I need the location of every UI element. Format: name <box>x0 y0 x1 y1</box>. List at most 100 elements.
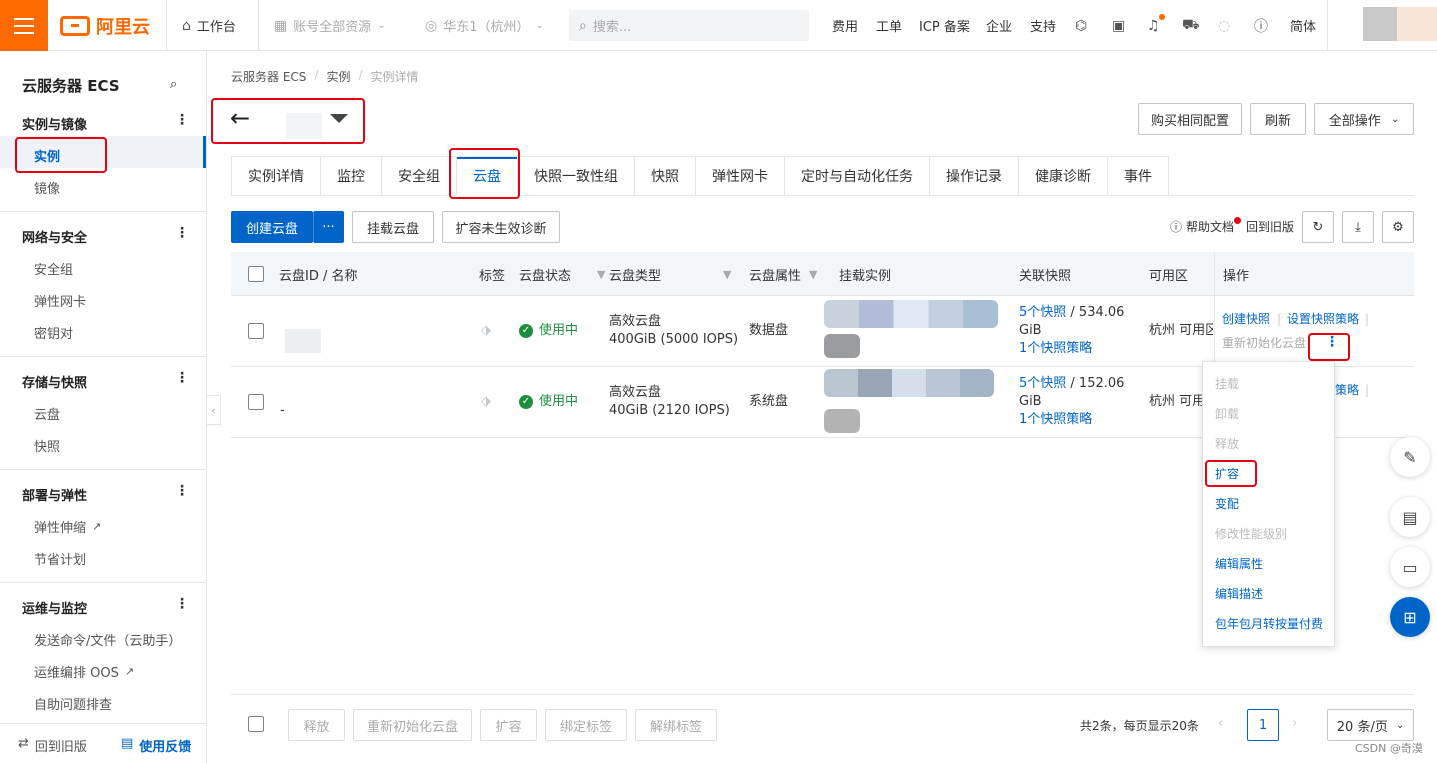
sidebar-item-troubleshoot[interactable]: 自助问题排查 <box>34 694 112 713</box>
disk-id[interactable]: - <box>280 402 285 420</box>
all-operations-button[interactable]: 全部操作 ⌄ <box>1314 103 1414 135</box>
terminal-icon[interactable]: ▣ <box>1112 0 1125 51</box>
nav-link-enterprise[interactable]: 企业 <box>986 0 1012 51</box>
snapshot-count-link[interactable]: 5个快照 <box>1019 305 1066 320</box>
sidebar-item-autoscaling[interactable]: 弹性伸缩 ↗ <box>34 517 101 536</box>
region-selector[interactable]: ◎ 华东1（杭州） ⌄ <box>425 0 544 51</box>
sidebar-search-icon[interactable]: ⌕ <box>170 77 177 92</box>
batch-release-button[interactable]: 释放 <box>288 709 345 741</box>
workbench-link[interactable]: ⌂ 工作台 <box>182 0 236 51</box>
reinit-disk-link[interactable]: 重新初始化云盘 <box>1222 334 1306 352</box>
menu-item-billing-convert[interactable]: 包年包月转按量付费 <box>1215 615 1323 632</box>
help-icon[interactable]: ⓘ <box>1254 0 1268 51</box>
tag-icon[interactable]: ⬗ <box>481 322 491 340</box>
download-icon[interactable]: ⤓ <box>1342 211 1374 243</box>
sidebar-group-deploy[interactable]: 部署与弹性 <box>22 485 87 504</box>
menu-item-detach[interactable]: 卸载 <box>1215 405 1239 422</box>
nav-link-cost[interactable]: 费用 <box>832 0 858 51</box>
settings-gear-icon[interactable]: ⚙ <box>1382 211 1414 243</box>
tab-instance-detail[interactable]: 实例详情 <box>231 156 320 196</box>
attached-instance-id[interactable] <box>824 300 998 328</box>
batch-reinit-button[interactable]: 重新初始化云盘 <box>353 709 472 741</box>
batch-resize-button[interactable]: 扩容 <box>480 709 537 741</box>
tab-monitor[interactable]: 监控 <box>320 156 381 196</box>
sidebar-item-snapshot[interactable]: 快照 <box>34 436 60 455</box>
more-actions-icon[interactable]: ⋮ <box>1325 333 1339 351</box>
chat-message-icon[interactable]: ▭ <box>1390 547 1430 587</box>
attach-disk-button[interactable]: 挂载云盘 <box>352 211 434 243</box>
sidebar-item-cloud-assistant[interactable]: 发送命令/文件（云助手） <box>34 630 181 649</box>
feedback-link[interactable]: ▤ 使用反馈 <box>121 736 191 755</box>
help-doc-link[interactable]: ⓘ 帮助文档 <box>1170 218 1234 235</box>
nav-link-ticket[interactable]: 工单 <box>876 0 902 51</box>
create-disk-button[interactable]: 创建云盘 <box>231 211 313 243</box>
menu-item-release[interactable]: 释放 <box>1215 435 1239 452</box>
batch-unbind-tag-button[interactable]: 解绑标签 <box>635 709 717 741</box>
more-icon[interactable]: ⋮ <box>175 483 189 499</box>
more-icon[interactable]: ⋮ <box>175 596 189 612</box>
batch-bind-tag-button[interactable]: 绑定标签 <box>545 709 627 741</box>
next-page-icon[interactable]: › <box>1292 716 1297 731</box>
row-checkbox[interactable] <box>248 394 264 410</box>
buy-same-config-button[interactable]: 购买相同配置 <box>1138 103 1242 135</box>
more-icon[interactable]: ⋮ <box>175 112 189 128</box>
tab-snapshot[interactable]: 快照 <box>634 156 695 196</box>
row-checkbox[interactable] <box>248 323 264 339</box>
snapshot-policy-link[interactable]: 1个快照策略 <box>1019 411 1124 429</box>
set-snapshot-policy-link[interactable]: 设置快照策略 <box>1287 310 1359 328</box>
tag-icon[interactable]: ⬗ <box>481 393 491 411</box>
cart-icon[interactable]: ⛟ <box>1182 0 1200 51</box>
more-icon[interactable]: ⋮ <box>175 370 189 386</box>
sidebar-item-oos[interactable]: 运维编排 OOS ↗ <box>34 662 134 681</box>
instance-switch-dropdown-icon[interactable] <box>330 114 348 123</box>
sidebar-item-security-group[interactable]: 安全组 <box>34 259 73 278</box>
global-search-input[interactable]: ⌕ 搜索... <box>569 10 809 41</box>
back-arrow-icon[interactable]: ← <box>230 106 250 130</box>
attached-instance-id[interactable] <box>824 369 994 397</box>
snapshot-policy-link[interactable]: 1个快照策略 <box>1019 340 1124 358</box>
account-info[interactable] <box>1397 7 1437 41</box>
sidebar-group-instance-image[interactable]: 实例与镜像 <box>22 114 87 133</box>
tab-events[interactable]: 事件 <box>1107 156 1169 196</box>
page-number-button[interactable]: 1 <box>1247 709 1279 741</box>
tab-operation-log[interactable]: 操作记录 <box>929 156 1018 196</box>
snapshot-count-link[interactable]: 5个快照 <box>1019 376 1066 391</box>
resource-selector[interactable]: ▦ 账号全部资源 ⌄ <box>274 0 386 51</box>
menu-item-modify-performance[interactable]: 修改性能级别 <box>1215 525 1287 542</box>
tab-eni[interactable]: 弹性网卡 <box>695 156 784 196</box>
create-snapshot-link[interactable]: 创建快照 <box>1222 310 1270 328</box>
sidebar-group-network-security[interactable]: 网络与安全 <box>22 227 87 246</box>
menu-item-change-config[interactable]: 变配 <box>1215 495 1239 512</box>
back-to-old-link[interactable]: ⇄ 回到旧版 <box>18 736 87 755</box>
back-old-version-link[interactable]: 回到旧版 <box>1246 218 1294 235</box>
tab-security-group[interactable]: 安全组 <box>381 156 456 196</box>
sidebar-item-eni[interactable]: 弹性网卡 <box>34 291 86 310</box>
tab-disk[interactable]: 云盘 <box>456 156 517 196</box>
sidebar-collapse-handle[interactable]: ‹ <box>207 395 221 425</box>
disk-id[interactable] <box>285 329 321 353</box>
aliyun-logo[interactable]: 阿里云 <box>60 13 150 39</box>
nav-link-icp[interactable]: ICP 备案 <box>919 0 970 51</box>
sidebar-item-image[interactable]: 镜像 <box>34 178 60 197</box>
filter-icon[interactable]: ▼ <box>809 268 817 281</box>
avatar[interactable] <box>1363 7 1397 41</box>
sidebar-item-savings-plan[interactable]: 节省计划 <box>34 549 86 568</box>
refresh-icon[interactable]: ↻ <box>1302 211 1334 243</box>
apps-grid-icon[interactable]: ⊞ <box>1390 597 1430 637</box>
tab-health-diagnosis[interactable]: 健康诊断 <box>1018 156 1107 196</box>
sidebar-group-storage[interactable]: 存储与快照 <box>22 372 87 391</box>
create-disk-more-button[interactable]: ··· <box>313 211 344 243</box>
sidebar-item-disk[interactable]: 云盘 <box>34 404 60 423</box>
cloud-shell-icon[interactable]: ⌬ <box>1075 0 1087 51</box>
resize-diagnose-button[interactable]: 扩容未生效诊断 <box>442 211 560 243</box>
edit-note-icon[interactable]: ✎ <box>1390 437 1430 477</box>
breadcrumb-item[interactable]: 实例 <box>326 68 350 85</box>
filter-icon[interactable]: ▼ <box>597 268 605 281</box>
menu-item-edit-attributes[interactable]: 编辑属性 <box>1215 555 1263 572</box>
refresh-button[interactable]: 刷新 <box>1250 103 1306 135</box>
set-snapshot-policy-link[interactable]: 策略 <box>1335 381 1359 399</box>
menu-item-resize[interactable]: 扩容 <box>1215 465 1239 482</box>
menu-item-edit-description[interactable]: 编辑描述 <box>1215 585 1263 602</box>
sidebar-group-ops[interactable]: 运维与监控 <box>22 598 87 617</box>
menu-item-attach[interactable]: 挂载 <box>1215 375 1239 392</box>
